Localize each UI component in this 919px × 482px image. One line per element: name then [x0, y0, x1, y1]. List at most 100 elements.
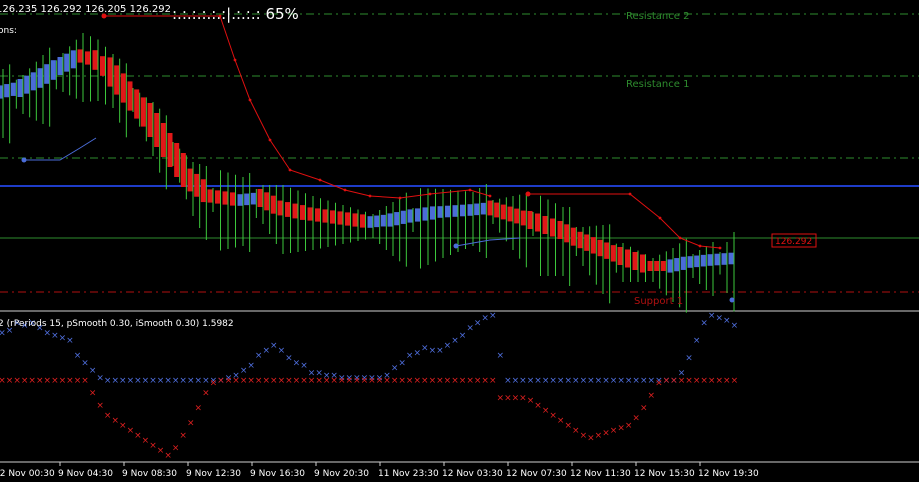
indicator-marker: × [474, 319, 482, 329]
ha-bar [230, 192, 235, 206]
x-tick-label: 11 Nov 23:30 [378, 469, 439, 479]
ha-bar [250, 192, 256, 205]
indicator-marker: × [240, 376, 248, 386]
stop-dot [658, 216, 662, 220]
indicator-marker: × [512, 394, 520, 404]
ha-bar [264, 192, 270, 211]
indicator-marker: × [451, 336, 459, 346]
indicator-marker: × [51, 331, 59, 341]
ha-bar [394, 212, 400, 226]
indicator-marker: × [519, 376, 527, 386]
ha-bar [120, 73, 126, 103]
indicator-marker: × [134, 376, 142, 386]
ha-bar [222, 191, 228, 205]
ha-bar [70, 50, 76, 69]
ha-bar [584, 234, 590, 251]
ha-bar [707, 254, 713, 266]
indicator-marker: × [285, 354, 293, 364]
ha-bar [147, 103, 153, 137]
stop-dot [468, 188, 472, 192]
indicator-marker: × [81, 376, 89, 386]
ha-bar [694, 255, 700, 268]
indicator-marker: × [715, 376, 723, 386]
indicator-marker: × [466, 376, 474, 386]
stop-dot [318, 178, 322, 182]
indicator-marker: × [104, 376, 112, 386]
stop-dot [628, 192, 632, 196]
indicator-marker: × [625, 421, 633, 431]
ha-bar [564, 224, 570, 243]
ha-bar [527, 211, 533, 229]
ha-bar [85, 51, 90, 65]
x-tick-label: 12 Nov 15:30 [634, 469, 695, 479]
indicator-marker: × [723, 316, 731, 326]
ha-bar [387, 213, 393, 227]
ha-bar [542, 216, 548, 234]
ha-bar [487, 200, 493, 216]
indicator-marker: × [66, 376, 74, 386]
ha-bar [257, 189, 263, 207]
indicator-marker: × [293, 359, 301, 369]
indicator-marker: × [580, 376, 588, 386]
ha-bar [345, 212, 350, 226]
indicator-marker: × [111, 376, 119, 386]
indicator-marker: × [497, 394, 505, 404]
indicator-marker: × [157, 446, 165, 456]
ha-bar [721, 253, 727, 265]
ha-bar [674, 258, 680, 272]
ha-bar [200, 179, 206, 203]
indicator-marker: × [353, 376, 361, 386]
indicator-marker: × [240, 366, 248, 376]
ha-bar [330, 210, 335, 224]
ha-bar [57, 57, 63, 75]
indicator-marker: × [28, 376, 36, 386]
indicator-marker: × [149, 376, 157, 386]
indicator-marker: × [96, 374, 104, 384]
stop-dot [343, 188, 347, 192]
indicator-marker: × [685, 376, 693, 386]
stop-dot [21, 157, 27, 163]
indicator-marker: × [51, 376, 59, 386]
indicator-marker: × [534, 376, 542, 386]
ha-bar [535, 213, 540, 232]
indicator-marker: × [444, 376, 452, 386]
x-tick-label: 9 Nov 16:30 [250, 469, 305, 479]
x-tick-label: 12 Nov 00:30 [0, 469, 55, 479]
ha-bar [590, 237, 596, 254]
indicator-marker: × [595, 376, 603, 386]
indicator-marker: × [504, 376, 512, 386]
indicator-marker: × [549, 376, 557, 386]
indicator-marker: × [421, 344, 429, 354]
ha-bar [494, 202, 500, 218]
indicator-marker: × [179, 376, 187, 386]
indicator-marker: × [398, 376, 406, 386]
ha-bar [467, 204, 473, 216]
indicator-marker: × [413, 349, 421, 359]
indicator-marker: × [195, 404, 203, 414]
ha-bar [167, 133, 173, 167]
indicator-marker: × [179, 431, 187, 441]
indicator-marker: × [700, 376, 708, 386]
indicator-marker: × [391, 364, 399, 374]
indicator-marker: × [59, 376, 67, 386]
indicator-marker: × [557, 376, 565, 386]
indicator-marker: × [580, 431, 588, 441]
indicator-marker: × [346, 376, 354, 386]
indicator-marker: × [572, 376, 580, 386]
ha-bar [480, 202, 486, 215]
ha-bar [367, 216, 373, 228]
ha-bar [50, 60, 56, 80]
indicator-marker: × [700, 319, 708, 329]
indicator-marker: × [459, 331, 467, 341]
ha-bar [687, 256, 693, 268]
indicator-marker: × [693, 376, 701, 386]
indicator-marker: × [172, 444, 180, 454]
ha-bar [557, 221, 563, 239]
ha-bar [0, 85, 3, 99]
indicator-marker: × [708, 376, 716, 386]
indicator-marker: × [6, 376, 14, 386]
time-axis: 12 Nov 00:30 9 Nov 04:30 9 Nov 08:30 9 Nov … [0, 462, 759, 479]
indicator-marker: × [602, 376, 610, 386]
indicator-marker: × [104, 411, 112, 421]
stop-line-path [24, 137, 97, 161]
